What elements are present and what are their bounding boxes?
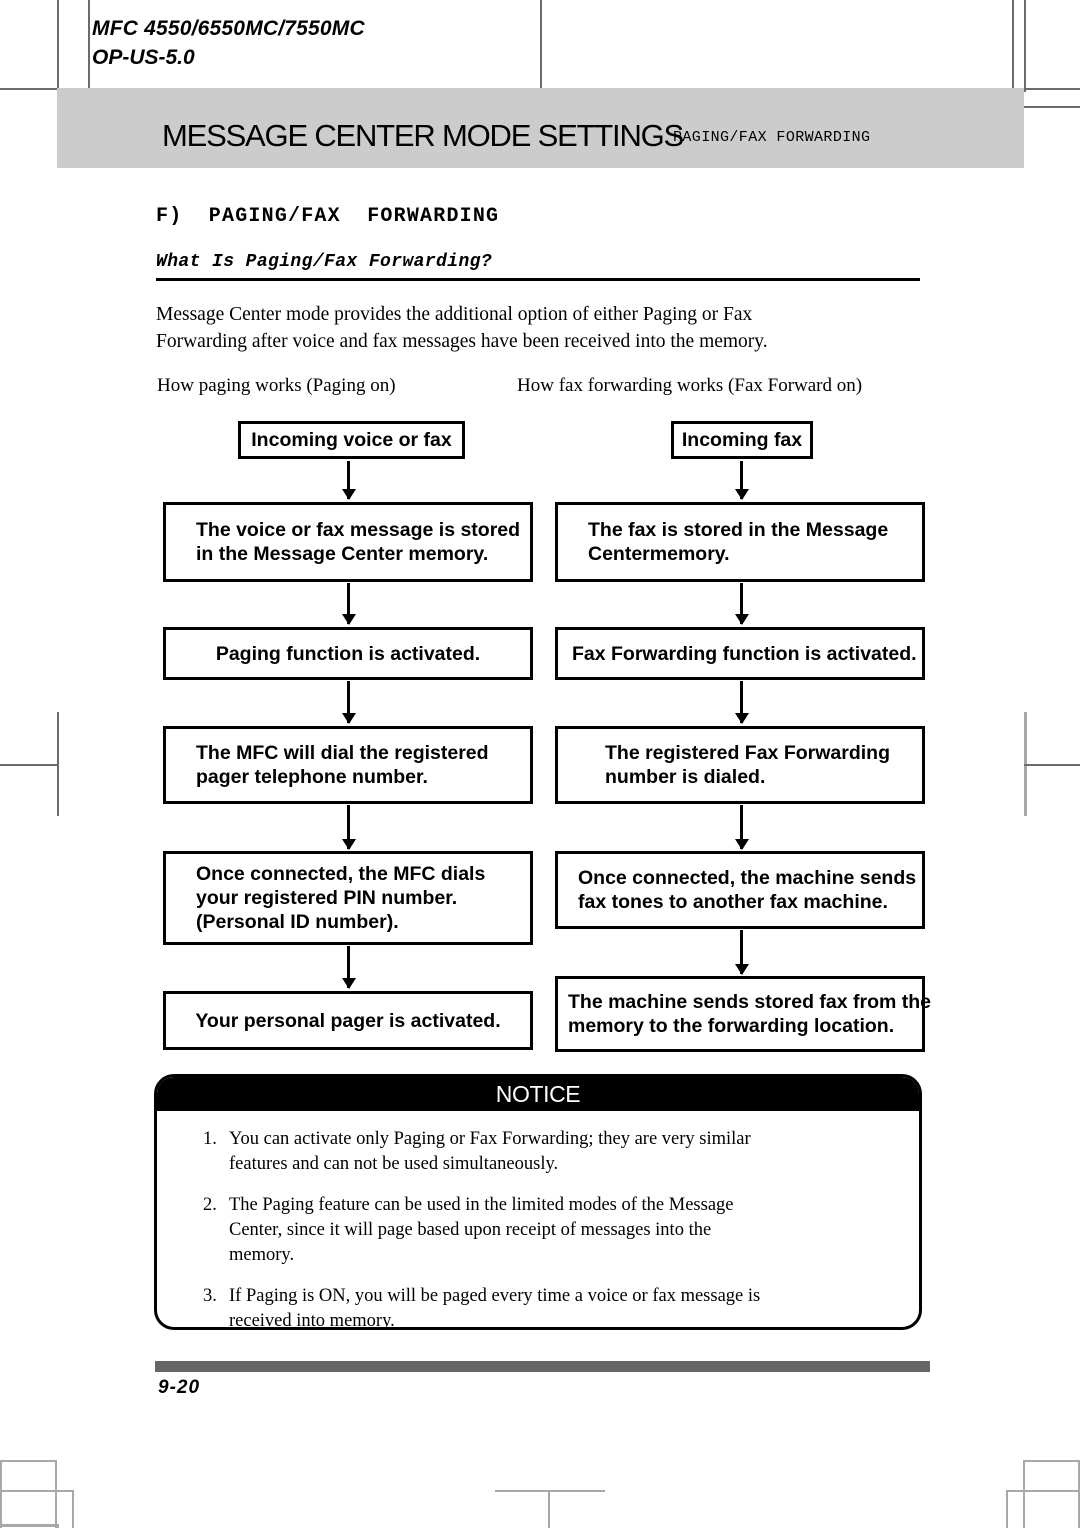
right-step-6-line-1: The machine sends stored fax from the — [568, 991, 932, 1013]
left-arrow-1 — [341, 461, 356, 500]
model-line: MFC 4550/6550MC/7550MC — [92, 17, 365, 40]
notice-item-3-line-2: received into memory. — [229, 1311, 395, 1330]
left-step-1: Incoming voice or fax — [238, 421, 465, 459]
right-step-2-line-1: The fax is stored in the Message — [588, 519, 889, 541]
right-step-4-line-2: number is dialed. — [605, 766, 766, 788]
band-title: MESSAGE CENTER MODE SETTINGS — [162, 118, 684, 153]
left-arrow-2 — [341, 583, 356, 625]
left-arrow-3 — [341, 681, 356, 724]
left-step-2: The voice or fax message is stored in th… — [163, 502, 533, 582]
right-flow-caption: How fax forwarding works (Fax Forward on… — [517, 375, 863, 396]
left-step-2-line-1: The voice or fax message is stored — [196, 519, 521, 541]
footer-rule — [155, 1361, 930, 1372]
crop-mark-top-right-horizontal-2 — [1024, 106, 1080, 108]
doc-code: OP-US-5.0 — [92, 46, 195, 69]
right-step-5: Once connected, the machine sends fax to… — [555, 851, 925, 929]
crop-mark-mid-right-horizontal — [1024, 764, 1080, 766]
right-arrow-2 — [734, 583, 749, 625]
crop-mark-bottom-left-inner-h2 — [0, 1490, 74, 1492]
left-step-5-line-3: (Personal ID number). — [196, 911, 399, 933]
left-arrow-5 — [341, 946, 356, 989]
crop-mark-bottom-right-inner-v — [1023, 1460, 1025, 1528]
left-flow-caption: How paging works (Paging on) — [157, 375, 396, 396]
crop-mark-top-left-vertical — [57, 0, 59, 92]
crop-mark-bl-horizontal — [0, 1525, 57, 1527]
left-step-1-line-1: Incoming voice or fax — [251, 429, 452, 451]
notice-item-3-line-1: If Paging is ON, you will be paged every… — [229, 1286, 761, 1306]
notice-body: 1. You can activate only Paging or Fax F… — [157, 1111, 919, 1330]
right-arrow-3 — [734, 681, 749, 724]
page-number: 9-20 — [158, 1377, 201, 1398]
left-step-4-line-1: The MFC will dial the registered — [196, 742, 489, 764]
intro-line-2: Forwarding after voice and fax messages … — [156, 331, 768, 352]
crop-mark-mid-left-horizontal — [0, 764, 59, 766]
crop-mark-top-right-vertical — [1024, 0, 1026, 92]
crop-mark-top-left-horizontal — [0, 88, 59, 90]
right-arrow-4 — [734, 805, 749, 850]
notice-item-3: 3. If Paging is ON, you will be paged ev… — [203, 1284, 893, 1330]
crop-mark-bottom-right-inner-v2 — [1006, 1490, 1008, 1528]
notice-item-3-number: 3. — [203, 1286, 217, 1306]
left-step-6: Your personal pager is activated. — [163, 991, 533, 1050]
manual-header-block: MFC 4550/6550MC/7550MC OP-US-5.0 — [92, 14, 365, 72]
crop-mark-bottom-right-outer-h — [1023, 1460, 1080, 1462]
notice-item-2-line-2: Center, since it will page based upon re… — [229, 1220, 712, 1240]
left-step-4: The MFC will dial the registered pager t… — [163, 726, 533, 804]
left-step-5-line-2: your registered PIN number. — [196, 887, 458, 909]
right-step-4-line-1: The registered Fax Forwarding — [605, 742, 890, 764]
crop-mark-bottom-left-inner-v2 — [55, 1460, 57, 1528]
notice-item-2-number: 2. — [203, 1195, 217, 1215]
crop-mark-top-center-vertical — [540, 0, 542, 88]
notice-item-2-line-1: The Paging feature can be used in the li… — [229, 1195, 734, 1215]
right-step-1: Incoming fax — [671, 421, 813, 459]
crop-mark-bottom-left-inner-v3 — [72, 1490, 74, 1528]
section-subheading: What Is Paging/Fax Forwarding? — [156, 252, 920, 281]
notice-title: NOTICE — [157, 1077, 919, 1111]
crop-mark-top-right-horizontal — [1024, 88, 1080, 90]
crop-mark-bottom-right-inner-h — [1006, 1490, 1080, 1492]
notice-item-1-number: 1. — [203, 1129, 217, 1149]
right-step-1-line-1: Incoming fax — [681, 429, 803, 451]
right-step-5-line-1: Once connected, the machine sends — [578, 867, 917, 889]
right-arrow-5 — [734, 930, 749, 975]
intro-line-1: Message Center mode provides the additio… — [156, 304, 753, 325]
crop-mark-bottom-left-outer-h2 — [0, 1460, 57, 1462]
notice-item-1-line-1: You can activate only Paging or Fax Forw… — [229, 1129, 751, 1149]
notice-box: NOTICE 1. You can activate only Paging o… — [154, 1074, 922, 1330]
right-step-2: The fax is stored in the Message Centerm… — [555, 502, 925, 582]
crop-mark-bottom-center-v — [548, 1490, 550, 1528]
right-step-5-line-2: fax tones to another fax machine. — [578, 891, 888, 913]
right-step-6-line-2: memory to the forwarding location. — [568, 1015, 895, 1037]
intro-paragraph: Message Center mode provides the additio… — [156, 301, 928, 355]
left-step-3: Paging function is activated. — [163, 627, 533, 680]
notice-item-2: 2. The Paging feature can be used in the… — [203, 1193, 893, 1268]
notice-item-1: 1. You can activate only Paging or Fax F… — [203, 1127, 893, 1177]
right-arrow-1 — [734, 461, 749, 500]
crop-mark-bottom-left-outer-v2 — [0, 1460, 2, 1528]
section-heading: F) PAGING/FAX FORWARDING — [156, 205, 500, 228]
right-step-4: The registered Fax Forwarding number is … — [555, 726, 925, 804]
crop-mark-top-left-inner — [88, 0, 90, 88]
right-step-2-line-2: Centermemory. — [588, 543, 730, 565]
notice-item-2-line-3: memory. — [229, 1245, 295, 1265]
left-arrow-4 — [341, 805, 356, 850]
left-step-2-line-2: in the Message Center memory. — [196, 543, 489, 565]
left-step-6-line-1: Your personal pager is activated. — [195, 1009, 501, 1032]
crop-mark-bottom-center-h — [495, 1490, 605, 1492]
left-step-4-line-2: pager telephone number. — [196, 766, 428, 788]
left-step-5-line-1: Once connected, the MFC dials — [196, 863, 486, 885]
right-step-3: Fax Forwarding function is activated. — [555, 627, 925, 680]
right-step-6: The machine sends stored fax from the me… — [555, 976, 932, 1052]
left-step-5: Once connected, the MFC dials your regis… — [163, 851, 533, 945]
crop-mark-top-right-inner — [1012, 0, 1014, 88]
notice-item-1-line-2: features and can not be used simultaneou… — [229, 1154, 559, 1174]
document-page: MFC 4550/6550MC/7550MC OP-US-5.0 MESSAGE… — [0, 0, 1080, 1528]
right-step-3-line-1: Fax Forwarding function is activated. — [572, 642, 917, 665]
left-step-3-line-1: Paging function is activated. — [215, 642, 481, 665]
band-subtitle: PAGING/FAX FORWARDING — [673, 129, 871, 146]
